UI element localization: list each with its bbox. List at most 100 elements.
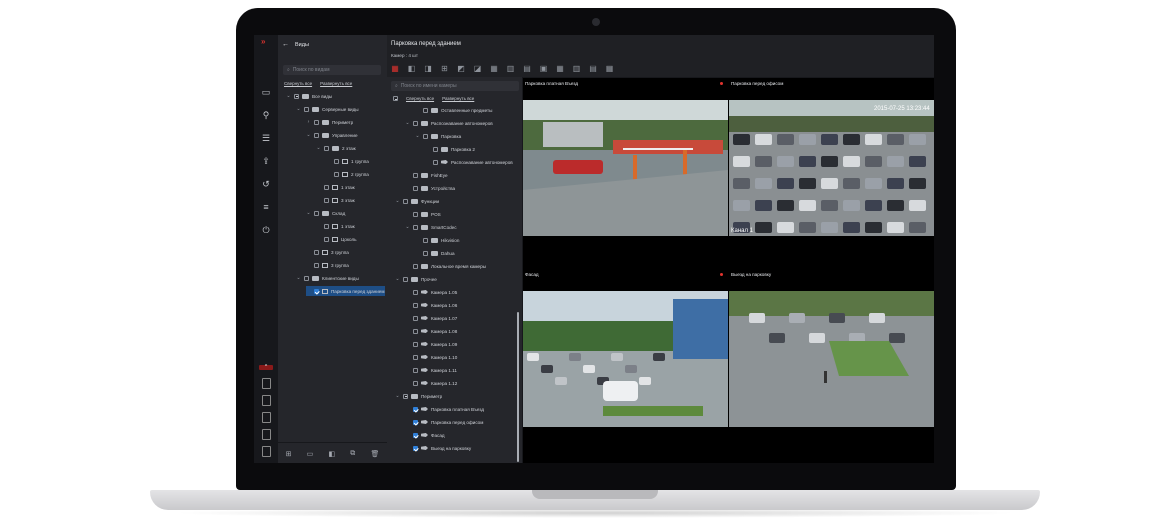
view-tree-item[interactable]: Цоколь	[316, 234, 357, 244]
layout-3-12-icon[interactable]: ▤	[589, 65, 597, 73]
layout-2-8-icon[interactable]: ▤	[523, 65, 531, 73]
device-icon[interactable]	[262, 412, 271, 423]
tree-checkbox[interactable]	[403, 393, 408, 399]
camera-tree-item[interactable]: Распознавание автономеров	[425, 157, 513, 167]
tree-checkbox[interactable]	[433, 146, 438, 152]
tree-checkbox[interactable]	[413, 328, 418, 334]
camera-tree-item[interactable]: Фасад	[405, 430, 445, 440]
tree-checkbox[interactable]	[413, 289, 418, 295]
video-tile[interactable]: Парковка перед офисом 2015-07-25 13:23:4…	[720, 78, 934, 268]
view-tree-item[interactable]: 3 этаж	[316, 195, 355, 205]
camera-tree-item[interactable]: ⌄ Распознавание автономеров	[405, 118, 492, 128]
back-arrow-icon[interactable]: ←	[282, 41, 289, 48]
view-tree-item[interactable]: Парковка перед зданием	[306, 286, 385, 296]
camera-tree-item[interactable]: ⌄ Прочее	[395, 274, 436, 284]
layout-1-7-icon[interactable]: ◪	[474, 65, 482, 73]
video-tile[interactable]: Фасад	[523, 269, 728, 463]
tree-checkbox[interactable]	[423, 237, 428, 243]
view-tree-item[interactable]: ⌄ Клиентские виды	[296, 273, 358, 283]
tree-checkbox[interactable]	[324, 223, 329, 229]
layout-5x5-icon[interactable]: ▦	[606, 65, 614, 73]
list-icon[interactable]: ☰	[261, 133, 271, 143]
camera-tree-item[interactable]: ⌄ Периметр	[395, 391, 442, 401]
camera-tree-item[interactable]: Парковка платная Въезд	[405, 404, 484, 414]
add-folder-icon[interactable]: ▭	[307, 450, 314, 458]
expand-toggle-icon[interactable]: ⌄	[296, 275, 301, 281]
monitor-icon[interactable]: ▭	[261, 87, 271, 97]
tree-checkbox[interactable]	[334, 158, 339, 164]
collapse-all-link[interactable]: Свернуть все	[284, 81, 312, 86]
expand-toggle-icon[interactable]: ⌄	[395, 276, 400, 282]
layout-2-10-icon[interactable]: ▥	[573, 65, 581, 73]
camera-tree-item[interactable]: Камера 1.07	[405, 313, 457, 323]
delete-icon[interactable]: 🗑	[370, 450, 379, 458]
power-icon[interactable]: ⏻	[261, 225, 271, 235]
view-tree-item[interactable]: 1 этаж	[316, 182, 355, 192]
tree-checkbox[interactable]	[413, 185, 418, 191]
tree-checkbox[interactable]	[413, 211, 418, 217]
tree-checkbox[interactable]	[423, 250, 428, 256]
tree-checkbox[interactable]	[324, 145, 329, 151]
tree-checkbox[interactable]	[314, 262, 319, 268]
tree-checkbox[interactable]	[403, 198, 408, 204]
expand-toggle-icon[interactable]: ⌄	[395, 198, 400, 204]
view-tree-item[interactable]: ⌄ 2 этаж	[316, 143, 355, 153]
layout-1-3-icon[interactable]: ◨	[424, 65, 432, 73]
camera-tree-item[interactable]: Dahua	[415, 248, 455, 258]
camera-tree-item[interactable]: Камера 1.09	[405, 339, 457, 349]
view-tree-item[interactable]: 2 группа	[326, 169, 369, 179]
camera-tree-item[interactable]: Оставленные предметы	[415, 105, 492, 115]
camera-tree-item[interactable]: ⌄ SmartCodec	[405, 222, 456, 232]
camera-tree-item[interactable]: Устройства	[405, 183, 455, 193]
camera-tree-item[interactable]: Выезд на парковку	[405, 443, 471, 453]
tree-checkbox[interactable]	[294, 93, 299, 99]
layout-1-2-icon[interactable]: ◧	[408, 65, 416, 73]
tree-checkbox[interactable]	[413, 380, 418, 386]
view-tree-item[interactable]: ⌄ Склад	[306, 208, 345, 218]
expand-toggle-icon[interactable]: ⌄	[286, 93, 291, 99]
view-tree-item[interactable]: 1 группа	[326, 156, 369, 166]
collapse-all-link[interactable]: Свернуть все	[406, 96, 434, 101]
tree-checkbox[interactable]	[314, 210, 319, 216]
camera-search-input[interactable]: ⌕ Поиск по имени камеры	[391, 81, 519, 91]
expand-toggle-icon[interactable]: ⌄	[405, 224, 410, 230]
device-icon[interactable]	[262, 395, 271, 406]
tree-checkbox[interactable]	[413, 315, 418, 321]
layout-1-5-icon[interactable]: ◩	[457, 65, 465, 73]
camera-tree-item[interactable]: POS	[405, 209, 441, 219]
tree-checkbox[interactable]	[304, 275, 309, 281]
layout-2x2-icon[interactable]: ⊞	[441, 65, 449, 73]
tree-checkbox[interactable]	[413, 367, 418, 373]
expand-all-link[interactable]: Развернуть все	[442, 96, 474, 101]
tree-checkbox[interactable]	[324, 236, 329, 242]
add-view-icon[interactable]: ⊞	[286, 450, 292, 458]
device-icon[interactable]	[262, 378, 271, 389]
history-icon[interactable]: ↺	[261, 179, 271, 189]
expand-toggle-icon[interactable]: ⌄	[415, 133, 420, 139]
camera-tree-item[interactable]: Локальное время камеры	[405, 261, 486, 271]
settings-sliders-icon[interactable]: ≡	[261, 202, 271, 212]
tree-checkbox[interactable]	[423, 107, 428, 113]
camera-tree-item[interactable]: Камера 1.06	[405, 300, 457, 310]
video-tile[interactable]: Парковка платная Въезд	[523, 78, 728, 268]
tree-checkbox[interactable]	[413, 445, 418, 451]
layout-4x4-icon[interactable]: ▦	[556, 65, 564, 73]
tree-checkbox[interactable]	[413, 302, 418, 308]
tree-checkbox[interactable]	[304, 106, 309, 112]
tree-checkbox[interactable]	[324, 184, 329, 190]
tree-checkbox[interactable]	[314, 249, 319, 255]
tree-checkbox[interactable]	[314, 132, 319, 138]
view-tree-item[interactable]: › Периметр	[306, 117, 354, 127]
expand-toggle-icon[interactable]: ›	[306, 119, 311, 125]
camera-tree-item[interactable]: Камера 1.05	[405, 287, 457, 297]
copy-icon[interactable]: ⧉	[350, 450, 355, 458]
camera-tree-item[interactable]: FishEye	[405, 170, 448, 180]
camera-tree-item[interactable]: Камера 1.08	[405, 326, 457, 336]
tree-checkbox[interactable]	[413, 354, 418, 360]
expand-toggle-icon[interactable]: ⌄	[306, 132, 311, 138]
tree-checkbox[interactable]	[413, 432, 418, 438]
expand-toggle-icon[interactable]: ⌄	[296, 106, 301, 112]
view-tree-item[interactable]: ⌄ Все виды	[286, 91, 332, 101]
video-tile[interactable]: Выезд на парковку	[720, 269, 934, 463]
view-tree-item[interactable]: ⌄ Серверные виды	[296, 104, 358, 114]
